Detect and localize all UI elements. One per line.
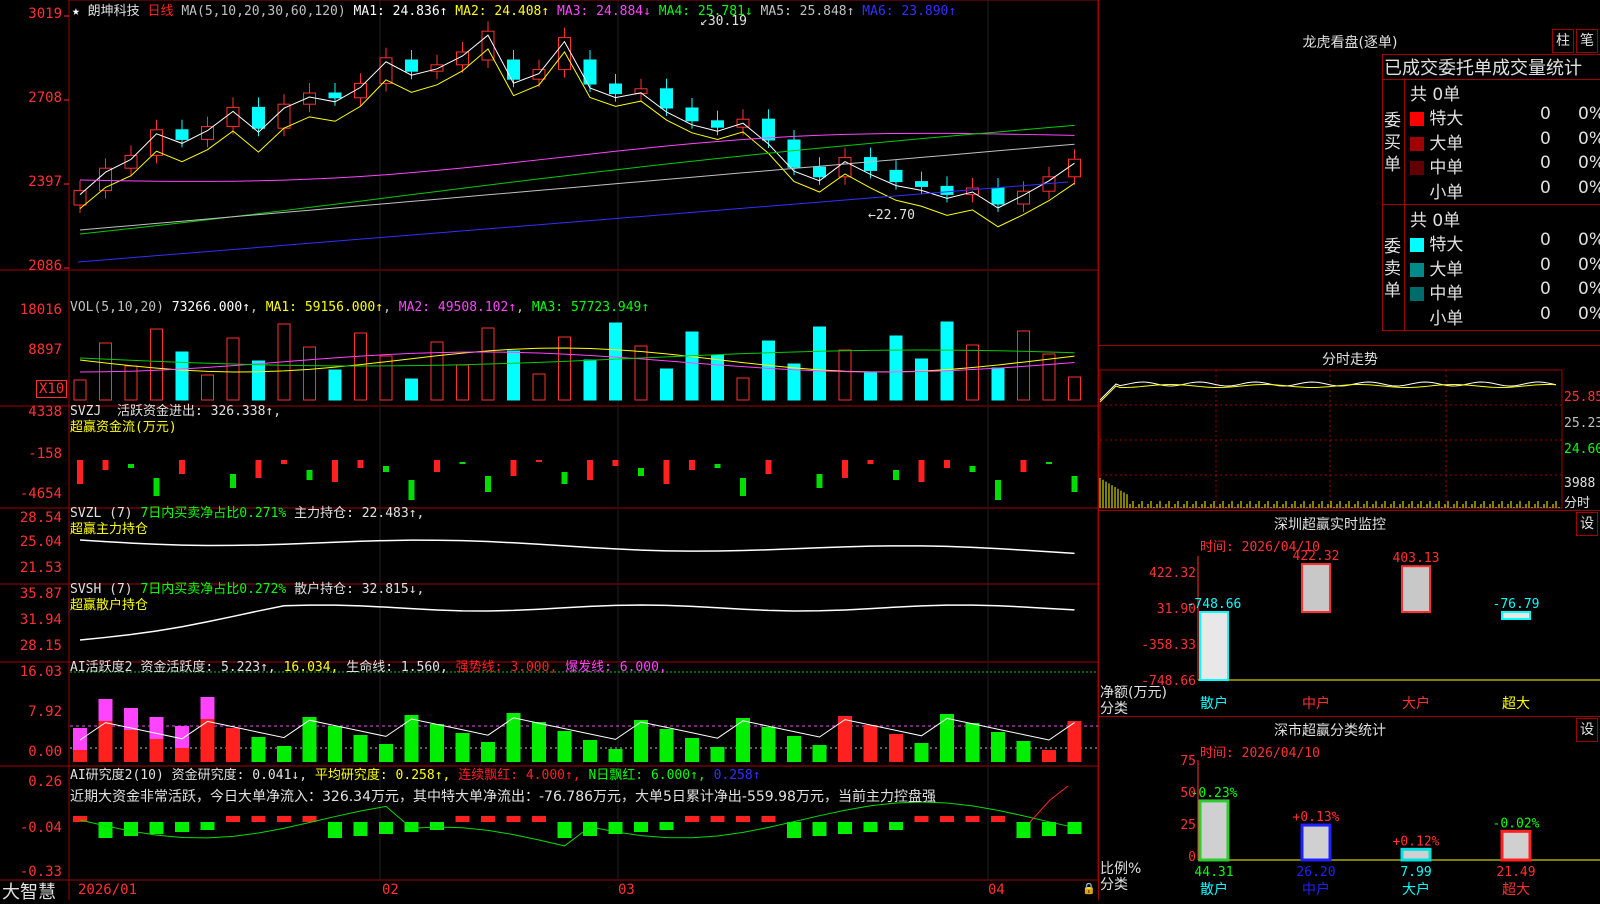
vol-unit: X10 [36, 380, 68, 398]
ma-value: MA2: 24.408↑ [447, 4, 550, 19]
sell-row: 中单00% [1410, 279, 1600, 304]
monitor-tick: 31.90 [1156, 602, 1196, 617]
star-icon[interactable]: ★ [72, 4, 80, 19]
high-price-label: ↙30.19 [700, 14, 747, 29]
buy-row: 特大00% [1410, 104, 1600, 129]
vol-header: VOL(5,10,20) 73266.000↑, MA1: 59156.000↑… [70, 300, 650, 315]
ma-values: MA1: 24.836↑ MA2: 24.408↑ MA3: 24.884↓ M… [354, 4, 957, 19]
monitor-settings-button[interactable]: 设 [1576, 512, 1598, 536]
classify-tick: 75 [1180, 754, 1196, 769]
buy-orders-label: 委买单 [1384, 111, 1401, 175]
vol-tick: 18016 [19, 302, 62, 318]
intraday-price: 25.85 [1564, 390, 1600, 405]
sell-total: 共 0单 [1410, 211, 1461, 231]
classify-tick: 0 [1188, 850, 1196, 865]
period-label[interactable]: 日线 [148, 4, 174, 19]
date-label: 03 [618, 882, 635, 898]
intraday-vol-label: 分时 [1564, 496, 1591, 511]
svzl-subtitle: 超赢主力持仓 [70, 522, 149, 537]
buy-row: 大单00% [1410, 129, 1600, 154]
buy-row: 中单00% [1410, 153, 1600, 178]
column-view-button[interactable]: 柱 [1552, 29, 1574, 53]
app-logo: 大智慧 [2, 882, 56, 903]
svzl-tick: 21.53 [19, 560, 62, 576]
low-price-label: ←22.70 [868, 208, 915, 223]
monitor-tick: 422.32 [1149, 566, 1196, 581]
classify-tick: 25 [1180, 818, 1196, 833]
y-tick: 2708 [28, 90, 62, 106]
buy-row: 小单00% [1410, 178, 1600, 203]
dragon-title: 龙虎看盘(逐单) [1302, 35, 1398, 51]
sell-orders-label: 委卖单 [1384, 237, 1401, 301]
monitor-time: 时间: 2026/04/10 [1200, 540, 1320, 555]
y-tick: 2397 [28, 174, 62, 190]
ai-active-tick: 7.92 [28, 704, 62, 720]
date-label: 2026/01 [78, 882, 138, 898]
y-tick: 2086 [28, 258, 62, 274]
monitor-axis-name2: 分类 [1100, 701, 1128, 717]
svzj-tick: 4338 [28, 404, 62, 420]
ai-active-tick: 16.03 [19, 664, 62, 680]
svsh-tick: 35.87 [19, 586, 62, 602]
classify-tick: 50 [1180, 786, 1196, 801]
ma-params: MA(5,10,20,30,60,120) [181, 4, 346, 19]
ma-value: MA1: 24.836↑ [353, 4, 448, 19]
ai-research-tick: -0.04 [19, 820, 62, 836]
buy-total: 共 0单 [1410, 85, 1461, 105]
intraday-price: 25.23 [1564, 416, 1600, 431]
intraday-vol: 3988 [1564, 476, 1596, 491]
sell-row: 小单00% [1410, 304, 1600, 329]
lock-icon[interactable]: 🔒 [1082, 882, 1096, 895]
date-label: 04 [988, 882, 1005, 898]
ai-active-header: AI活跃度2 资金活跃度: 5.223↑, 16.034, 生命线: 1.560… [70, 660, 667, 675]
svzj-tick: -158 [28, 446, 62, 462]
svzl-tick: 28.54 [19, 510, 62, 526]
svzj-subtitle: 超赢资金流(万元) [70, 420, 177, 435]
svsh-tick: 31.94 [19, 612, 62, 628]
y-tick: 3019 [28, 6, 62, 22]
svsh-tick: 28.15 [19, 638, 62, 654]
classify-title: 深市超赢分类统计 [1274, 723, 1386, 739]
monitor-title: 深圳超赢实时监控 [1274, 517, 1386, 533]
sell-row: 特大00% [1410, 230, 1600, 255]
sell-row: 大单00% [1410, 255, 1600, 280]
ai-research-summary: 近期大资金非常活跃，今日大单净流入：326.34万元，其中特大单净流出：-76.… [70, 789, 936, 805]
classify-time: 时间: 2026/04/10 [1200, 746, 1320, 761]
dragon-header: 已成交委托单成交量统计 [1384, 58, 1582, 79]
ai-research-tick: 0.26 [28, 774, 62, 790]
ma-value: MA6: 23.890↑ [854, 4, 957, 19]
intraday-title: 分时走势 [1322, 352, 1378, 368]
svsh-subtitle: 超赢散户持仓 [70, 598, 149, 613]
main-chart-header: ★ 朗坤科技 日线 MA(5,10,20,30,60,120) MA1: 24.… [72, 0, 956, 19]
stock-name: 朗坤科技 [87, 4, 140, 19]
tick-view-button[interactable]: 笔 [1576, 29, 1598, 53]
monitor-tick: -358.33 [1141, 638, 1196, 653]
classify-axis-name2: 分类 [1100, 877, 1128, 893]
ma-value: MA3: 24.884↓ [549, 4, 651, 19]
vol-tick: 8897 [28, 342, 62, 358]
ma-value: MA5: 25.848↑ [752, 4, 855, 19]
svzj-tick: -4654 [19, 486, 62, 502]
intraday-price: 24.60 [1564, 442, 1600, 457]
classify-settings-button[interactable]: 设 [1576, 718, 1598, 742]
date-label: 02 [382, 882, 399, 898]
ai-active-tick: 0.00 [28, 744, 62, 760]
ai-research-header: AI研究度2(10) 资金研究度: 0.041↓, 平均研究度: 0.258↑,… [70, 768, 761, 783]
svzl-tick: 25.04 [19, 534, 62, 550]
